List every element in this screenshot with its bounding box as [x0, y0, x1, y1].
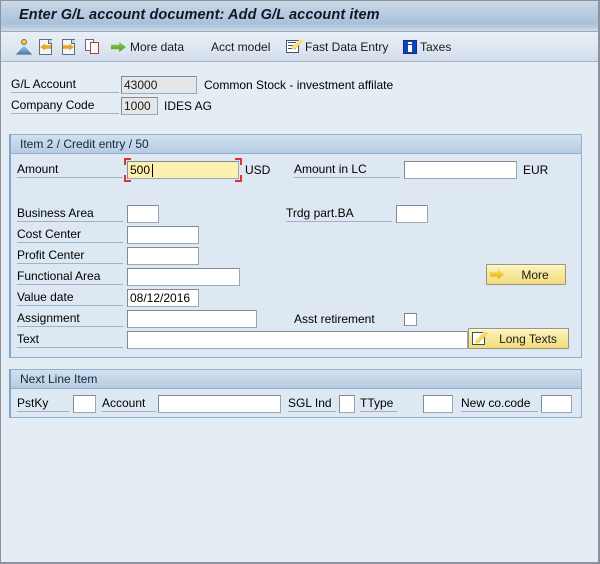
- cost-center-label: Cost Center: [17, 227, 123, 243]
- fast-data-entry-label: Fast Data Entry: [305, 39, 389, 54]
- focus-corner-top-right: [235, 158, 242, 165]
- copy-icon: [85, 38, 100, 55]
- business-area-row: Business Area: [17, 204, 159, 224]
- account-assignment-button[interactable]: [14, 32, 34, 61]
- new-co-code-input[interactable]: [541, 395, 572, 413]
- company-code-input[interactable]: [121, 97, 158, 115]
- amount-lc-currency: EUR: [523, 163, 549, 177]
- copy-button[interactable]: [83, 32, 102, 61]
- pstky-label: PstKy: [17, 396, 69, 412]
- page-title: Enter G/L account document: Add G/L acco…: [19, 7, 380, 23]
- company-code-description: IDES AG: [164, 99, 213, 113]
- item-group-body: Amount USD Amount in LC EUR Business A: [11, 154, 581, 357]
- title-bar: Enter G/L account document: Add G/L acco…: [1, 1, 598, 32]
- functional-area-label: Functional Area: [17, 269, 123, 285]
- next-item-button[interactable]: [59, 32, 78, 61]
- person-icon: [16, 38, 32, 55]
- profit-center-row: Profit Center: [17, 246, 199, 266]
- amount-row: Amount USD: [17, 158, 271, 182]
- amount-field-wrapper: [124, 158, 242, 182]
- new-co-code-label: New co.code: [461, 396, 538, 412]
- value-date-label: Value date: [17, 290, 123, 306]
- asst-retirement-checkbox[interactable]: [404, 312, 417, 326]
- next-line-item-group-box: Next Line Item PstKy Account SGL Ind TTy…: [9, 369, 582, 418]
- item-group-title: Item 2 / Credit entry / 50: [20, 137, 149, 151]
- fast-data-entry-button[interactable]: Fast Data Entry: [284, 32, 390, 61]
- more-button-label: More: [521, 267, 549, 282]
- next-line-item-row: PstKy Account SGL Ind TType New co.code: [17, 394, 572, 414]
- value-date-input[interactable]: [127, 289, 199, 307]
- sgl-ind-label: SGL Ind: [288, 396, 336, 412]
- sgl-ind-input[interactable]: [339, 395, 355, 413]
- amount-lc-row: Amount in LC EUR: [294, 160, 548, 180]
- page-left-arrow-icon: [38, 38, 53, 55]
- amount-input[interactable]: [127, 161, 239, 179]
- item-group-box: Item 2 / Credit entry / 50 Amount USD Am…: [9, 134, 582, 358]
- asst-retirement-row: Asst retirement: [294, 309, 417, 329]
- next-line-item-header: Next Line Item: [11, 370, 581, 389]
- acct-model-label: Acct model: [211, 39, 271, 54]
- sap-window: Enter G/L account document: Add G/L acco…: [0, 0, 600, 564]
- edit-pencil-icon: [472, 330, 488, 347]
- account-input[interactable]: [158, 395, 281, 413]
- gl-account-label: G/L Account: [11, 77, 119, 93]
- text-caret: [152, 164, 153, 177]
- trdg-part-ba-label: Trdg part.BA: [286, 206, 392, 222]
- green-arrow-icon: [111, 39, 127, 55]
- assignment-row: Assignment: [17, 309, 257, 329]
- focus-corner-bottom-right: [235, 175, 242, 182]
- info-icon: [403, 39, 417, 54]
- document-header-fields: G/L Account Common Stock - investment af…: [1, 63, 598, 115]
- cost-center-input[interactable]: [127, 226, 199, 244]
- company-code-label: Company Code: [11, 98, 119, 114]
- fast-data-entry-icon: [286, 38, 303, 55]
- long-texts-button-label: Long Texts: [499, 331, 557, 346]
- profit-center-label: Profit Center: [17, 248, 123, 264]
- text-row: Text: [17, 330, 468, 350]
- gl-account-row: G/L Account Common Stock - investment af…: [11, 75, 393, 95]
- taxes-label: Taxes: [420, 39, 452, 54]
- trdg-part-ba-input[interactable]: [396, 205, 428, 223]
- business-area-label: Business Area: [17, 206, 123, 222]
- next-line-item-body: PstKy Account SGL Ind TType New co.code: [11, 389, 581, 417]
- yellow-arrow-icon: [490, 267, 505, 282]
- item-group-header: Item 2 / Credit entry / 50: [11, 135, 581, 154]
- more-data-label: More data: [130, 39, 185, 54]
- amount-lc-input[interactable]: [404, 161, 517, 179]
- ttype-label: TType: [360, 396, 397, 412]
- text-label: Text: [17, 332, 123, 348]
- functional-area-row: Functional Area: [17, 267, 240, 287]
- application-toolbar: More data Acct model Fast Data Entry Tax…: [1, 32, 598, 62]
- assignment-input[interactable]: [127, 310, 257, 328]
- focus-corner-bottom-left: [124, 175, 131, 182]
- gl-account-input[interactable]: [121, 76, 197, 94]
- pstky-input[interactable]: [73, 395, 96, 413]
- profit-center-input[interactable]: [127, 247, 199, 265]
- more-button[interactable]: More: [486, 264, 566, 285]
- amount-currency: USD: [245, 163, 271, 177]
- text-input[interactable]: [127, 331, 468, 349]
- more-data-button[interactable]: More data: [109, 32, 186, 61]
- taxes-button[interactable]: Taxes: [401, 32, 453, 61]
- account-label: Account: [102, 396, 156, 412]
- business-area-input[interactable]: [127, 205, 159, 223]
- asst-retirement-label: Asst retirement: [294, 311, 375, 326]
- previous-item-button[interactable]: [36, 32, 55, 61]
- trdg-part-ba-row: Trdg part.BA: [286, 204, 428, 224]
- page-right-arrow-icon: [61, 38, 76, 55]
- gl-account-description: Common Stock - investment affilate: [204, 78, 394, 92]
- functional-area-input[interactable]: [127, 268, 240, 286]
- assignment-label: Assignment: [17, 311, 123, 327]
- amount-label: Amount: [17, 162, 123, 178]
- amount-lc-label: Amount in LC: [294, 162, 400, 178]
- cost-center-row: Cost Center: [17, 225, 199, 245]
- company-code-row: Company Code IDES AG: [11, 96, 212, 116]
- long-texts-button[interactable]: Long Texts: [468, 328, 569, 349]
- focus-corner-top-left: [124, 158, 131, 165]
- next-line-item-title: Next Line Item: [20, 372, 98, 386]
- acct-model-button[interactable]: Acct model: [209, 32, 272, 61]
- value-date-row: Value date: [17, 288, 199, 308]
- ttype-input[interactable]: [423, 395, 453, 413]
